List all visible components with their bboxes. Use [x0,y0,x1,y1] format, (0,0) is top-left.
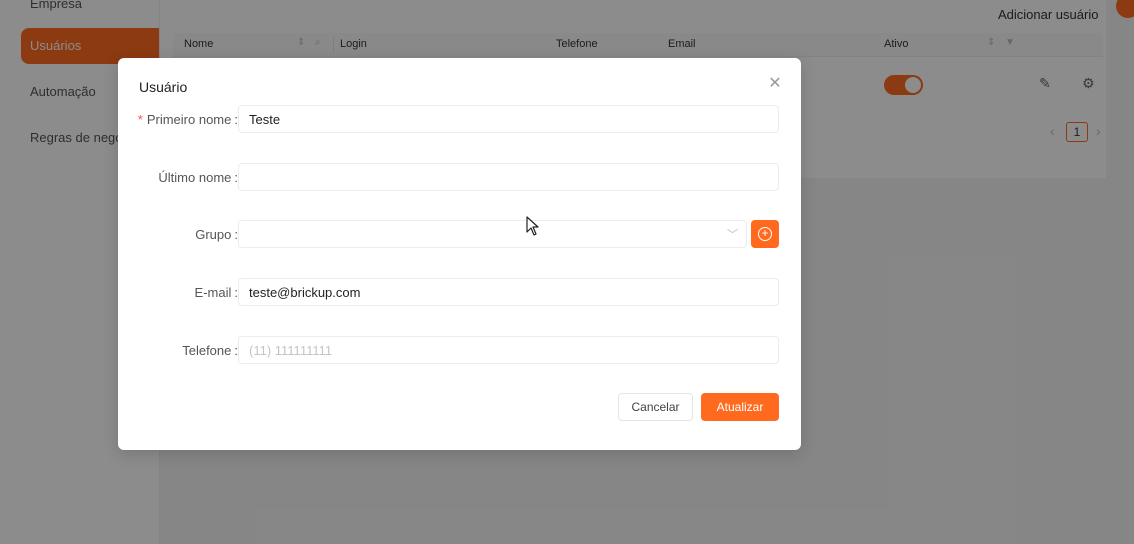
cancel-button[interactable]: Cancelar [618,393,693,421]
group-select[interactable]: ﹀ [238,220,747,248]
phone-label: Telefone: [182,343,238,358]
required-marker: * [137,112,143,127]
first-name-label: * Primeiro nome: [137,112,238,127]
chevron-down-icon: ﹀ [727,229,738,241]
first-name-input[interactable] [238,105,779,133]
update-button[interactable]: Atualizar [701,393,779,421]
last-name-input[interactable] [238,163,779,191]
first-name-label-text: Primeiro nome [146,112,232,127]
mouse-cursor-icon [526,216,539,236]
email-label: E-mail: [194,285,238,300]
plus-circle-icon: + [758,227,772,242]
last-name-label: Último nome: [158,170,238,185]
phone-label-text: Telefone [182,343,232,358]
phone-input[interactable] [238,336,779,364]
last-name-label-text: Último nome [158,170,232,185]
close-icon[interactable]: ✕ [765,74,785,94]
group-label: Grupo: [195,227,238,242]
group-label-text: Grupo [195,227,232,242]
email-input[interactable] [238,278,779,306]
add-group-button[interactable]: + [751,220,779,248]
email-label-text: E-mail [194,285,232,300]
modal-title: Usuário [139,79,188,95]
user-modal: Usuário ✕ *Primeiro nome: Último nome: G… [118,58,801,450]
